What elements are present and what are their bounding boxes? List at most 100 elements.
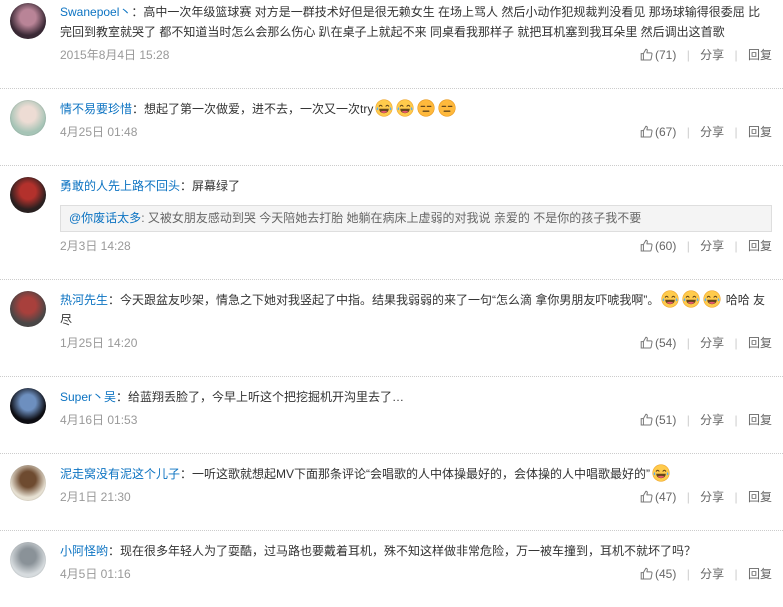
share-button[interactable]: 分享 [700,336,724,350]
like-count: (60) [655,239,677,253]
username-link[interactable]: 小阿怪哟 [60,544,108,558]
comment-text: 勇敢的人先上路不回头：屏幕绿了 [60,176,772,196]
user-avatar[interactable] [10,465,46,501]
reply-button[interactable]: 回复 [748,125,772,139]
comment-meta: 4月16日 01:53 (51) | 分享 | 回复 [60,411,772,429]
thumbs-up-icon[interactable] [640,490,653,503]
timestamp: 2月3日 14:28 [60,239,131,253]
comment-content: ：一听这歌就想起MV下面那条评论“会唱歌的人中体操最好的，会体操的人中唱歌最好的… [180,467,651,481]
like-button[interactable]: (67) [640,125,676,139]
separator: | [686,125,690,139]
separator: | [734,336,738,350]
thumbs-up-icon[interactable] [640,413,653,426]
separator: | [734,48,738,62]
timestamp: 2015年8月4日 15:28 [60,48,170,62]
comment-actions: (45) | 分享 | 回复 [640,565,772,583]
comment-meta: 1月25日 14:20 (54) | 分享 | 回复 [60,334,772,352]
timestamp: 1月25日 14:20 [60,336,138,350]
reply-button[interactable]: 回复 [748,48,772,62]
like-button[interactable]: (60) [640,239,676,253]
like-button[interactable]: (45) [640,567,676,581]
comment-content: ：想起了第一次做爱，进不去，一次又一次try [132,102,374,116]
user-avatar[interactable] [10,542,46,578]
user-avatar[interactable] [10,100,46,136]
like-count: (51) [655,413,677,427]
separator: | [686,239,690,253]
quoted-username-link[interactable]: @你废话太多 [69,211,141,225]
share-button[interactable]: 分享 [700,567,724,581]
comment-meta: 2015年8月4日 15:28 (71) | 分享 | 回复 [60,46,772,64]
share-button[interactable]: 分享 [700,413,724,427]
reply-button[interactable]: 回复 [748,239,772,253]
user-avatar[interactable] [10,3,46,39]
emoji-group [373,99,457,117]
like-button[interactable]: (71) [640,48,676,62]
reply-button[interactable]: 回复 [748,413,772,427]
user-avatar[interactable] [10,177,46,213]
laughing-emoji-icon [652,464,670,482]
timestamp: 4月16日 01:53 [60,413,138,427]
thumbs-up-icon[interactable] [640,48,653,61]
comment-meta: 2月3日 14:28 (60) | 分享 | 回复 [60,237,772,255]
comment-actions: (71) | 分享 | 回复 [640,46,772,64]
comment-list: Swanepoel丶：高中一次年级篮球赛 对方是一群技术好但是很无赖女生 在场上… [0,0,783,607]
timestamp: 4月25日 01:48 [60,125,138,139]
thumbs-up-icon[interactable] [640,125,653,138]
comment-item: 热河先生：今天跟盆友吵架，情急之下她对我竖起了中指。结果我弱弱的来了一句“怎么滴… [0,279,783,376]
username-link[interactable]: 情不易要珍惜 [60,102,132,116]
username-link[interactable]: Swanepoel丶 [60,5,131,19]
comment-text: 情不易要珍惜：想起了第一次做爱，进不去，一次又一次try [60,99,772,119]
emoji-group [650,464,671,482]
comment-actions: (60) | 分享 | 回复 [640,237,772,255]
thumbs-up-icon[interactable] [640,336,653,349]
laughing-emoji-icon [682,290,700,308]
timestamp: 4月5日 01:16 [60,567,131,581]
share-button[interactable]: 分享 [700,125,724,139]
laughing-emoji-icon [375,99,393,117]
separator: | [686,567,690,581]
share-button[interactable]: 分享 [700,490,724,504]
comment-content: ：给蓝翔丢脸了，今早上听这个把挖掘机开沟里去了… [116,390,405,404]
share-button[interactable]: 分享 [700,239,724,253]
like-count: (71) [655,48,677,62]
username-link[interactable]: 泥走窝没有泥这个儿子 [60,467,180,481]
username-link[interactable]: Super丶吴 [60,390,116,404]
comment-actions: (51) | 分享 | 回复 [640,411,772,429]
username-link[interactable]: 勇敢的人先上路不回头 [60,179,180,193]
laughing-emoji-icon [396,99,414,117]
comment-actions: (54) | 分享 | 回复 [640,334,772,352]
like-button[interactable]: (51) [640,413,676,427]
comment-item: Swanepoel丶：高中一次年级篮球赛 对方是一群技术好但是很无赖女生 在场上… [0,0,783,88]
separator: | [686,336,690,350]
separator: | [734,490,738,504]
laughing-emoji-icon [703,290,721,308]
comment-actions: (47) | 分享 | 回复 [640,488,772,506]
comment-text: 热河先生：今天跟盆友吵架，情急之下她对我竖起了中指。结果我弱弱的来了一句“怎么滴… [60,290,772,330]
user-avatar[interactable] [10,388,46,424]
user-avatar[interactable] [10,291,46,327]
share-button[interactable]: 分享 [700,48,724,62]
username-link[interactable]: 热河先生 [60,293,108,307]
timestamp: 2月1日 21:30 [60,490,131,504]
reply-button[interactable]: 回复 [748,567,772,581]
comment-meta: 4月25日 01:48 (67) | 分享 | 回复 [60,123,772,141]
separator: | [686,48,690,62]
comment-content: ：高中一次年级篮球赛 对方是一群技术好但是很无赖女生 在场上骂人 然后小动作犯规… [60,5,761,39]
reply-button[interactable]: 回复 [748,490,772,504]
like-count: (67) [655,125,677,139]
emoji-group [659,290,722,308]
comment-text: Swanepoel丶：高中一次年级篮球赛 对方是一群技术好但是很无赖女生 在场上… [60,2,772,42]
like-button[interactable]: (47) [640,490,676,504]
comment-content: ：今天跟盆友吵架，情急之下她对我竖起了中指。结果我弱弱的来了一句“怎么滴 拿你男… [108,293,660,307]
comment-meta: 4月5日 01:16 (45) | 分享 | 回复 [60,565,772,583]
like-button[interactable]: (54) [640,336,676,350]
like-count: (54) [655,336,677,350]
quoted-text: : 又被女朋友感动到哭 今天陪她去打胎 她躺在病床上虚弱的对我说 亲爱的 不是你… [141,211,642,225]
laughing-emoji-icon [661,290,679,308]
separator: | [734,239,738,253]
comment-item: 情不易要珍惜：想起了第一次做爱，进不去，一次又一次try 4月25日 01:48… [0,88,783,165]
comment-text: 泥走窝没有泥这个儿子：一听这歌就想起MV下面那条评论“会唱歌的人中体操最好的，会… [60,464,772,484]
reply-button[interactable]: 回复 [748,336,772,350]
separator: | [734,125,738,139]
thumbs-up-icon[interactable] [640,239,653,252]
